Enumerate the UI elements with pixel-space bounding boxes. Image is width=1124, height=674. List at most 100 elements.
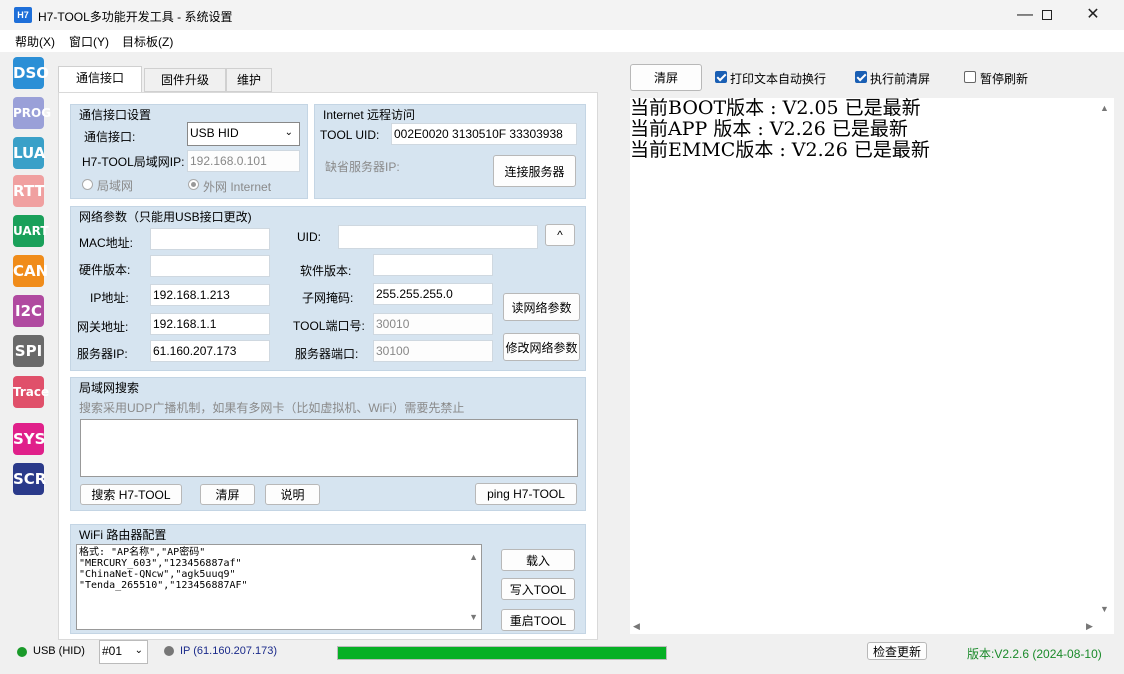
lan-ip-field[interactable]: 192.168.0.101 — [187, 150, 300, 172]
lan-clear-button[interactable]: 清屏 — [200, 484, 255, 505]
sidebar-btn-trace[interactable]: Trace — [13, 376, 49, 408]
log-scroll-right-icon[interactable]: ▶ — [1086, 621, 1093, 632]
server-ip-label: 服务器IP: — [77, 347, 128, 361]
remote-group-title: Internet 远程访问 — [323, 108, 416, 122]
net-group: 网络参数（只能用USB接口更改) MAC地址: UID: ^ 硬件版本: 软件版… — [70, 206, 586, 371]
progress-bar — [337, 646, 667, 660]
sw-version-label: 软件版本: — [300, 264, 352, 278]
tab-maintenance[interactable]: 维护 — [226, 68, 272, 92]
search-tool-button[interactable]: 搜索 H7-TOOL — [80, 484, 182, 505]
scroll-up-icon[interactable]: ▲ — [469, 547, 478, 567]
chevron-down-icon: ⌄ — [284, 127, 293, 138]
title-bar: H7 H7-TOOL多功能开发工具 - 系统设置 — ✕ — [0, 0, 1124, 30]
gateway-label: 网关地址: — [77, 320, 129, 334]
device-value: #01 — [102, 644, 123, 658]
maximize-button[interactable] — [1024, 0, 1070, 30]
wifi-group-title: WiFi 路由器配置 — [79, 528, 167, 542]
check-update-button[interactable]: 检查更新 — [867, 642, 927, 660]
sidebar-btn-prog[interactable]: PROG — [13, 97, 51, 129]
connect-server-button[interactable]: 连接服务器 — [493, 155, 576, 187]
uid-field[interactable] — [338, 225, 538, 249]
ip-status-icon — [164, 646, 174, 656]
uid-expand-button[interactable]: ^ — [545, 224, 575, 246]
radio-wan[interactable] — [188, 179, 199, 190]
comm-group-title: 通信接口设置 — [79, 108, 152, 122]
wifi-config-textarea[interactable]: 格式: "AP名称","AP密码" "MERCURY_603","1234568… — [76, 544, 482, 630]
lan-group: 局域网搜索 搜索采用UDP广播机制，如果有多网卡（比如虚拟机、WiFi）需要先禁… — [70, 377, 586, 511]
server-port-label: 服务器端口: — [295, 347, 359, 361]
clear-before-run-checkbox[interactable] — [855, 71, 867, 83]
lan-group-title: 局域网搜索 — [79, 381, 140, 395]
wifi-config-text: 格式: "AP名称","AP密码" "MERCURY_603","1234568… — [79, 547, 248, 591]
radio-lan[interactable] — [82, 179, 93, 190]
scroll-down-icon[interactable]: ▼ — [469, 607, 478, 627]
server-port-field[interactable]: 30100 — [373, 340, 493, 362]
sidebar-btn-can[interactable]: CAN — [13, 255, 48, 287]
tool-uid-field[interactable]: 002E0020 3130510F 33303938 — [391, 123, 577, 145]
menu-window[interactable]: 窗口(Y) — [69, 33, 109, 50]
ip-field[interactable]: 192.168.1.213 — [150, 284, 270, 306]
hw-version-field[interactable] — [150, 255, 270, 277]
usb-status: USB (HID) — [33, 645, 85, 657]
chevron-down-icon: ⌄ — [134, 645, 143, 656]
radio-wan-label: 外网 Internet — [203, 180, 272, 194]
log-output[interactable]: 当前BOOT版本 : V2.05 已是最新 当前APP 版本 : V2.26 已… — [630, 98, 1114, 634]
net-group-title: 网络参数（只能用USB接口更改) — [79, 210, 252, 224]
progress-fill — [338, 647, 666, 659]
ping-tool-button[interactable]: ping H7-TOOL — [475, 483, 577, 505]
hw-version-label: 硬件版本: — [79, 263, 131, 277]
mask-field[interactable]: 255.255.255.0 — [373, 283, 493, 305]
modify-net-button[interactable]: 修改网络参数 — [503, 333, 580, 361]
sidebar-btn-i2c[interactable]: I2C — [13, 295, 44, 327]
sw-version-field[interactable] — [373, 254, 493, 276]
menu-target[interactable]: 目标板(Z) — [122, 33, 173, 50]
tool-port-field[interactable]: 30010 — [373, 313, 493, 335]
pause-refresh-checkbox[interactable] — [964, 71, 976, 83]
clear-before-run-label: 执行前清屏 — [870, 72, 931, 86]
device-select[interactable]: #01 ⌄ — [99, 640, 148, 664]
lan-ip-label: H7-TOOL局域网IP: — [82, 155, 185, 169]
tool-port-label: TOOL端口号: — [293, 319, 365, 333]
sidebar-btn-uart[interactable]: UART — [13, 215, 49, 247]
iface-label: 通信接口: — [84, 130, 136, 144]
radio-lan-label: 局域网 — [97, 179, 134, 193]
ip-label: IP地址: — [90, 291, 129, 305]
sidebar-btn-rtt[interactable]: RTT — [13, 175, 45, 207]
comm-group: 通信接口设置 通信接口: USB HID ⌄ H7-TOOL局域网IP: 192… — [70, 104, 308, 199]
maximize-icon — [1042, 9, 1052, 20]
wrap-label: 打印文本自动换行 — [730, 72, 827, 86]
log-scroll-up-icon[interactable]: ▲ — [1100, 103, 1109, 113]
log-scroll-down-icon[interactable]: ▼ — [1100, 604, 1109, 614]
window-title: H7-TOOL多功能开发工具 - 系统设置 — [38, 10, 233, 24]
log-text: 当前BOOT版本 : V2.05 已是最新 当前APP 版本 : V2.26 已… — [630, 97, 930, 161]
ip-status: IP (61.160.207.173) — [180, 645, 278, 657]
usb-status-icon — [17, 647, 27, 657]
wifi-group: WiFi 路由器配置 格式: "AP名称","AP密码" "MERCURY_60… — [70, 524, 586, 634]
iface-select[interactable]: USB HID ⌄ — [187, 122, 300, 146]
version-label: 版本:V2.2.6 (2024-08-10) — [967, 647, 1102, 661]
sidebar-btn-spi[interactable]: SPI — [13, 335, 44, 367]
app-icon: H7 — [14, 7, 32, 23]
wifi-write-button[interactable]: 写入TOOL — [501, 578, 575, 600]
sidebar-btn-sys[interactable]: SYS — [13, 423, 45, 455]
tab-firmware[interactable]: 固件升级 — [144, 68, 226, 92]
server-ip-label: 缺省服务器IP: — [325, 160, 400, 174]
wifi-load-button[interactable]: 载入 — [501, 549, 575, 571]
lan-result-box[interactable] — [80, 419, 578, 477]
wrap-checkbox[interactable] — [715, 71, 727, 83]
tab-comm[interactable]: 通信接口 — [58, 66, 142, 92]
log-scroll-left-icon[interactable]: ◀ — [633, 621, 640, 632]
mac-field[interactable] — [150, 228, 270, 250]
sidebar-btn-dso[interactable]: DSO — [13, 57, 49, 89]
sidebar-btn-lua[interactable]: LUA — [13, 137, 45, 169]
server-ip-field[interactable]: 61.160.207.173 — [150, 340, 270, 362]
sidebar-btn-scr[interactable]: SCR — [13, 463, 46, 495]
read-net-button[interactable]: 读网络参数 — [503, 293, 580, 321]
gateway-field[interactable]: 192.168.1.1 — [150, 313, 270, 335]
log-clear-button[interactable]: 清屏 — [630, 64, 702, 91]
lan-help-button[interactable]: 说明 — [265, 484, 320, 505]
tool-restart-button[interactable]: 重启TOOL — [501, 609, 575, 631]
close-button[interactable]: ✕ — [1070, 0, 1116, 30]
menu-help[interactable]: 帮助(X) — [15, 33, 55, 50]
iface-value: USB HID — [190, 126, 239, 140]
